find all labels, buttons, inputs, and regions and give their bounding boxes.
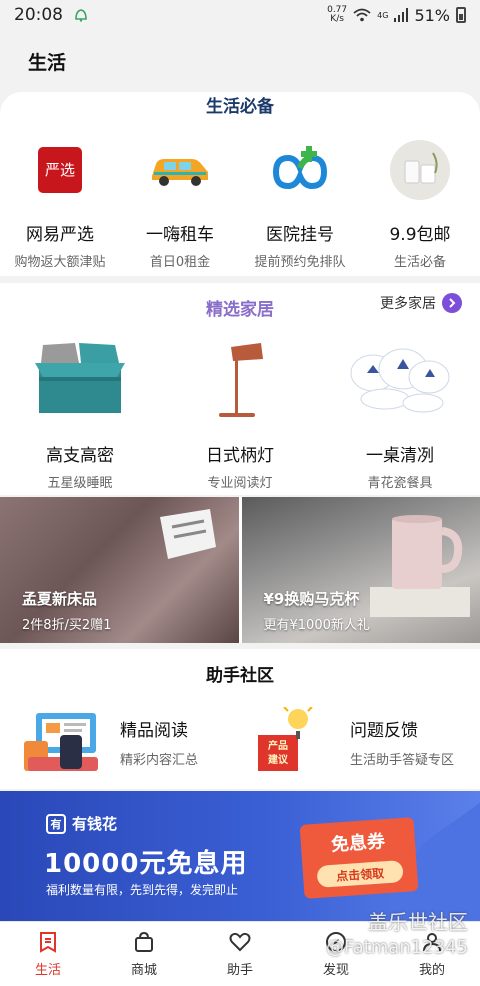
service-subtitle: 购物返大额津贴 bbox=[14, 255, 106, 270]
service-yanxuan[interactable]: 严选 网易严选 购物返大额津贴 bbox=[0, 138, 120, 270]
ad-banner[interactable]: 有 有钱花 10000元免息用 福利数量有限，先到先得，发完即止 免息券 点击领… bbox=[0, 791, 480, 921]
more-home-link[interactable]: 更多家居 bbox=[380, 293, 462, 313]
watermark-line2: @Fatman12345 bbox=[325, 937, 468, 958]
coupon-card[interactable]: 免息券 点击领取 bbox=[299, 817, 419, 899]
service-hospital[interactable]: 医院挂号 提前预约免排队 bbox=[240, 138, 360, 270]
battery-percent: 51% bbox=[414, 5, 450, 25]
promo-bedding-banner[interactable]: 孟夏新床品 2件8折/买2赠1 bbox=[0, 497, 239, 643]
tab-mall[interactable]: 商城 bbox=[96, 922, 192, 986]
mug-image bbox=[369, 515, 470, 617]
service-subtitle: 首日0租金 bbox=[149, 255, 211, 270]
promo-mug-banner[interactable]: ¥9换购马克杯 更有¥1000新人礼 bbox=[241, 497, 480, 643]
service-name: 9.9包邮 bbox=[389, 225, 451, 245]
page-title: 生活 bbox=[28, 52, 67, 74]
hospital-icon bbox=[268, 138, 332, 202]
service-subtitle: 提前预约免排队 bbox=[254, 255, 346, 270]
essentials-title: 生活必备 bbox=[206, 97, 274, 117]
shopping-bag-icon bbox=[135, 931, 153, 952]
service-subtitle: 生活必备 bbox=[393, 255, 446, 270]
wifi-icon bbox=[353, 8, 371, 22]
feedback-entry[interactable]: 产品 建议 问题反馈 生活助手答疑专区 bbox=[250, 707, 454, 777]
promo-title: 孟夏新床品 bbox=[22, 590, 98, 608]
lamp-image bbox=[185, 333, 295, 423]
essentials-list: 严选 网易严选 购物返大额津贴 一嗨租车 首日0租金 医院挂号 提前预约免排队 … bbox=[0, 138, 480, 270]
tab-assistant[interactable]: 助手 bbox=[192, 922, 288, 986]
heart-icon bbox=[229, 932, 251, 952]
service-name: 一嗨租车 bbox=[146, 225, 214, 245]
cups-icon bbox=[388, 138, 452, 202]
tab-label: 助手 bbox=[226, 963, 253, 978]
community-section: 助手社区 精品阅读 精彩内容汇总 产品 建议 问题反馈 生活助手答疑专区 bbox=[0, 649, 480, 789]
bedding-image bbox=[25, 333, 135, 423]
home-section: 精选家居 更多家居 高支高密 五星级睡眠 日式柄灯 专业阅读灯 一桌清冽 青花瓷 bbox=[0, 283, 480, 495]
network-type: 4G bbox=[377, 10, 389, 20]
service-free-shipping[interactable]: 9.9包邮 生活必备 bbox=[360, 138, 480, 270]
feedback-label: 问题反馈 bbox=[350, 721, 418, 741]
product-tableware[interactable]: 一桌清冽 青花瓷餐具 bbox=[320, 333, 480, 491]
more-home-label: 更多家居 bbox=[380, 296, 436, 312]
ad-headline: 10000元免息用 bbox=[44, 849, 248, 879]
life-icon bbox=[40, 932, 56, 953]
product-name: 高支高密 bbox=[46, 446, 114, 466]
watermark: 盖乐世社区 @Fatman12345 bbox=[326, 906, 468, 958]
reading-entry[interactable]: 精品阅读 精彩内容汇总 bbox=[20, 707, 198, 777]
service-car-rental[interactable]: 一嗨租车 首日0租金 bbox=[120, 138, 240, 270]
watermark-line1: 盖乐世社区 bbox=[368, 910, 468, 934]
product-lamp[interactable]: 日式柄灯 专业阅读灯 bbox=[160, 333, 320, 491]
svg-text:产品: 产品 bbox=[268, 739, 288, 752]
tab-label: 商城 bbox=[130, 963, 157, 978]
tag-image bbox=[160, 509, 216, 559]
reading-label: 精品阅读 bbox=[120, 721, 188, 741]
product-subtitle: 五星级睡眠 bbox=[47, 476, 113, 491]
home-products: 高支高密 五星级睡眠 日式柄灯 专业阅读灯 一桌清冽 青花瓷餐具 bbox=[0, 333, 480, 491]
promo-subtitle: 2件8折/买2赠1 bbox=[22, 618, 112, 633]
ad-brand-logo: 有 bbox=[46, 813, 66, 834]
coupon-claim-button[interactable]: 点击领取 bbox=[316, 859, 404, 888]
car-rental-icon bbox=[148, 138, 212, 202]
status-time: 20:08 bbox=[14, 5, 63, 25]
feedback-subtitle: 生活助手答疑专区 bbox=[350, 753, 455, 768]
tab-label: 我的 bbox=[418, 963, 445, 978]
battery-icon bbox=[456, 7, 466, 23]
coupon-title: 免息券 bbox=[330, 831, 386, 856]
page-header: 生活 bbox=[0, 30, 480, 92]
network-speed: 0.77 K/s bbox=[327, 5, 348, 24]
promo-subtitle: 更有¥1000新人礼 bbox=[263, 618, 370, 633]
tab-life[interactable]: 生活 bbox=[0, 922, 96, 986]
product-bedding[interactable]: 高支高密 五星级睡眠 bbox=[0, 333, 160, 491]
tab-label: 生活 bbox=[34, 963, 61, 978]
product-name: 日式柄灯 bbox=[206, 446, 274, 466]
ad-subtitle: 福利数量有限，先到先得，发完即止 bbox=[46, 883, 239, 897]
status-bar: 20:08 0.77 K/s 4G 51% bbox=[0, 0, 480, 30]
essentials-section: 生活必备 严选 网易严选 购物返大额津贴 一嗨租车 首日0租金 医院挂号 提前预… bbox=[0, 92, 480, 276]
service-name: 医院挂号 bbox=[266, 225, 334, 245]
feedback-icon: 产品建议 bbox=[258, 707, 313, 771]
reading-icon bbox=[24, 713, 98, 771]
tableware-image bbox=[345, 333, 455, 423]
notification-app-icon bbox=[75, 9, 87, 22]
ad-brand: 有 有钱花 bbox=[46, 813, 117, 834]
product-subtitle: 青花瓷餐具 bbox=[367, 476, 433, 491]
product-name: 一桌清冽 bbox=[366, 446, 434, 466]
product-subtitle: 专业阅读灯 bbox=[207, 476, 273, 491]
ad-brand-name: 有钱花 bbox=[72, 815, 118, 833]
signal-icon bbox=[394, 8, 409, 22]
community-title: 助手社区 bbox=[206, 666, 274, 686]
svg-text:严选: 严选 bbox=[45, 161, 75, 179]
reading-subtitle: 精彩内容汇总 bbox=[120, 753, 199, 768]
chevron-right-icon bbox=[442, 293, 462, 313]
status-indicators: 0.77 K/s 4G 51% bbox=[327, 6, 466, 25]
promo-title: ¥9换购马克杯 bbox=[263, 590, 360, 608]
promo-banners: 孟夏新床品 2件8折/买2赠1 ¥9换购马克杯 更有¥1000新人礼 bbox=[0, 497, 480, 643]
service-name: 网易严选 bbox=[26, 225, 94, 245]
yanxuan-app-icon: 严选 bbox=[28, 138, 92, 202]
tab-label: 发现 bbox=[322, 963, 349, 978]
svg-text:建议: 建议 bbox=[267, 753, 289, 766]
